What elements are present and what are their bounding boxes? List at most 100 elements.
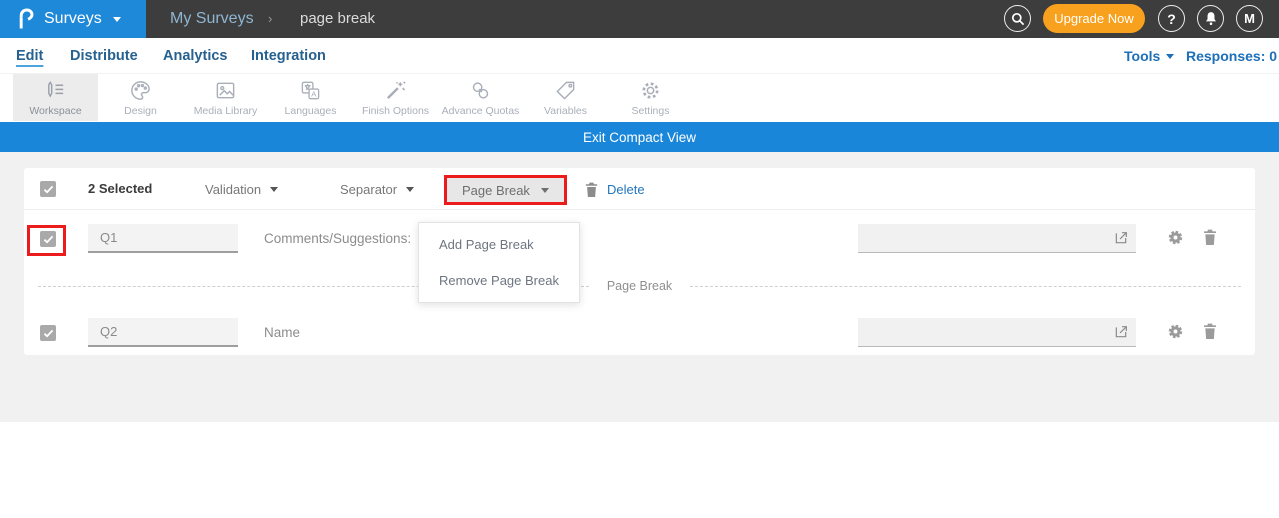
search-button[interactable]: [1004, 5, 1031, 32]
tab-distribute[interactable]: Distribute: [70, 38, 138, 74]
search-icon: [1011, 12, 1025, 26]
breadcrumb-current-survey: page break: [300, 0, 375, 38]
selected-count: 2 Selected: [88, 168, 152, 210]
toolbar-item-design[interactable]: Design: [98, 74, 183, 121]
page-break-menu: Add Page Break Remove Page Break: [418, 222, 580, 303]
separator-dropdown[interactable]: Separator: [340, 168, 414, 210]
bell-icon: [1204, 11, 1218, 26]
tools-label: Tools: [1124, 38, 1160, 74]
question-2-checkbox[interactable]: [40, 325, 56, 341]
divider-line: [690, 286, 1241, 287]
chevron-down-icon: [113, 17, 121, 22]
settings-icon: [639, 79, 662, 102]
separator-label: Separator: [340, 182, 397, 197]
menu-item-remove-page-break[interactable]: Remove Page Break: [419, 263, 579, 299]
question-1-title: Comments/Suggestions:: [264, 224, 411, 253]
toolbar-item-label: Media Library: [194, 105, 258, 117]
questionpro-logo-icon: [16, 6, 35, 32]
caret-down-icon: [406, 187, 414, 192]
toolbar-item-label: Advance Quotas: [442, 105, 520, 117]
delete-selected-button[interactable]: Delete: [584, 168, 645, 210]
delete-label: Delete: [607, 182, 645, 197]
tab-integration[interactable]: Integration: [251, 38, 326, 74]
toolbar-item-settings[interactable]: Settings: [608, 74, 693, 121]
question-2-code-input[interactable]: Q2: [88, 318, 238, 347]
upgrade-now-button[interactable]: Upgrade Now: [1043, 4, 1145, 33]
gear-icon: [1166, 228, 1185, 247]
avatar[interactable]: M: [1236, 5, 1263, 32]
question-1-code-input[interactable]: Q1: [88, 224, 238, 253]
tab-analytics[interactable]: Analytics: [163, 38, 227, 74]
question-1-settings-button[interactable]: [1166, 228, 1185, 252]
page-break-dropdown[interactable]: Page Break: [447, 178, 564, 202]
product-name: Surveys: [44, 10, 102, 28]
check-icon: [43, 329, 54, 338]
check-icon: [43, 185, 54, 194]
toolbar-item-label: Settings: [632, 105, 670, 117]
responses-label: Responses: 0: [1186, 38, 1277, 74]
question-2-title: Name: [264, 318, 300, 347]
responses-link[interactable]: Responses: 0: [1186, 38, 1277, 74]
page-break-label: Page Break: [462, 183, 530, 198]
question-1-delete-button[interactable]: [1202, 228, 1218, 251]
gear-icon: [1166, 322, 1185, 341]
menu-item-add-page-break[interactable]: Add Page Break: [419, 227, 579, 263]
select-all-checkbox[interactable]: [40, 181, 56, 197]
question-2-answer-field[interactable]: [858, 318, 1136, 347]
toolbar-item-advance-quotas[interactable]: Advance Quotas: [438, 74, 523, 121]
question-1-answer-field[interactable]: [858, 224, 1136, 253]
caret-down-icon: [270, 187, 278, 192]
toolbar-item-variables[interactable]: Variables: [523, 74, 608, 121]
caret-down-icon: [541, 188, 549, 193]
top-bar: Surveys My Surveys › page break Upgrade …: [0, 0, 1279, 38]
media-library-icon: [214, 79, 237, 102]
notifications-button[interactable]: [1197, 5, 1224, 32]
workspace-icon: [44, 79, 67, 102]
question-2-delete-button[interactable]: [1202, 322, 1218, 345]
variables-icon: [554, 79, 577, 102]
breadcrumb-my-surveys[interactable]: My Surveys: [170, 0, 254, 38]
page-break-divider-label: Page Break: [607, 279, 672, 293]
validation-label: Validation: [205, 182, 261, 197]
question-2-settings-button[interactable]: [1166, 322, 1185, 346]
external-link-icon[interactable]: [1113, 324, 1129, 345]
toolbar-item-workspace[interactable]: Workspace: [13, 74, 98, 121]
edit-toolbar: Workspace Design Media Library A Languag…: [0, 74, 1279, 122]
advance-quotas-icon: [469, 79, 492, 102]
design-icon: [129, 79, 152, 102]
tools-dropdown[interactable]: Tools: [1124, 38, 1174, 74]
external-link-icon[interactable]: [1113, 230, 1129, 251]
breadcrumb-separator: ›: [268, 0, 272, 38]
exit-compact-view-label: Exit Compact View: [583, 130, 696, 145]
question-list-card: 2 Selected Validation Separator Page Bre…: [24, 168, 1255, 355]
toolbar-item-label: Variables: [544, 105, 587, 117]
trash-icon: [1202, 228, 1218, 246]
toolbar-item-label: Finish Options: [362, 105, 429, 117]
workspace-content: 2 Selected Validation Separator Page Bre…: [0, 152, 1279, 422]
toolbar-item-label: Languages: [285, 105, 337, 117]
help-button[interactable]: ?: [1158, 5, 1185, 32]
upgrade-now-label: Upgrade Now: [1054, 11, 1134, 26]
languages-icon: A: [299, 79, 322, 102]
validation-dropdown[interactable]: Validation: [205, 168, 278, 210]
svg-text:A: A: [311, 89, 317, 98]
toolbar-item-label: Workspace: [29, 105, 81, 117]
avatar-initial: M: [1244, 11, 1255, 26]
trash-icon: [584, 181, 599, 198]
survey-nav: Edit Distribute Analytics Integration To…: [0, 38, 1279, 74]
selection-toolbar: 2 Selected Validation Separator Page Bre…: [24, 168, 1255, 210]
exit-compact-view-banner[interactable]: Exit Compact View: [0, 122, 1279, 152]
page-break-highlight: Page Break: [444, 175, 567, 205]
caret-down-icon: [1166, 54, 1174, 59]
product-switcher[interactable]: Surveys: [0, 0, 146, 38]
toolbar-item-finish-options[interactable]: Finish Options: [353, 74, 438, 121]
tab-edit[interactable]: Edit: [16, 38, 43, 74]
toolbar-item-languages[interactable]: A Languages: [268, 74, 353, 121]
question-mark-icon: ?: [1167, 11, 1176, 27]
trash-icon: [1202, 322, 1218, 340]
question-1-checkbox[interactable]: [40, 231, 56, 247]
check-icon: [43, 235, 54, 244]
finish-options-icon: [384, 79, 407, 102]
toolbar-item-media-library[interactable]: Media Library: [183, 74, 268, 121]
toolbar-item-label: Design: [124, 105, 157, 117]
